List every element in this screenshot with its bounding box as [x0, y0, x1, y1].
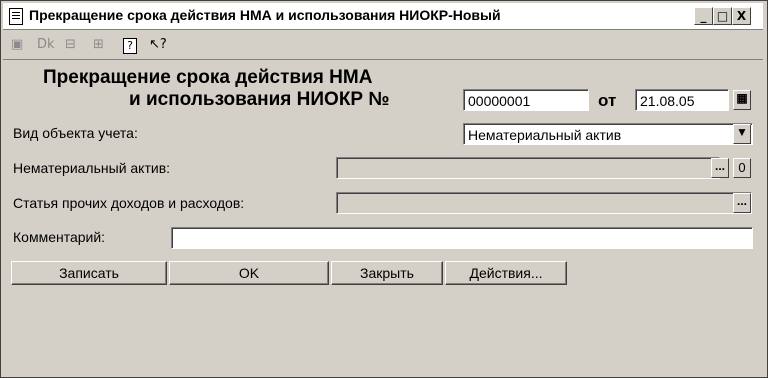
expense-item-input[interactable]: [336, 192, 752, 214]
close-button[interactable]: Закрыть: [331, 261, 443, 285]
expense-item-label: Статья прочих доходов и расходов:: [13, 195, 245, 211]
object-type-select[interactable]: Нематериальный актив: [463, 123, 753, 145]
ok-button-label: OK: [238, 265, 260, 281]
structure-icon[interactable]: ⊟: [65, 37, 76, 53]
expense-item-select-button[interactable]: ...: [733, 193, 751, 213]
chevron-down-icon[interactable]: ▼: [733, 124, 751, 144]
table-icon[interactable]: ⊞: [93, 37, 104, 53]
actions-button[interactable]: Действия...: [445, 261, 567, 285]
window-title: Прекращение срока действия НМА и использ…: [29, 7, 501, 23]
close-window-button[interactable]: X: [732, 7, 751, 25]
actions-button-label: Действия...: [469, 265, 543, 281]
delete-document-icon[interactable]: Dk: [37, 37, 55, 53]
ok-button[interactable]: OK: [169, 261, 329, 285]
object-type-label: Вид объекта учета:: [13, 125, 138, 141]
toolbar: ▣ Dk ⊟ ⊞ ? ↖?: [3, 31, 763, 60]
intangible-asset-clear-button[interactable]: 0: [733, 158, 751, 178]
copy-document-icon[interactable]: ▣: [11, 37, 23, 53]
intangible-asset-select-button[interactable]: ...: [711, 158, 729, 178]
maximize-button[interactable]: □: [713, 7, 732, 25]
doc-number-input[interactable]: 00000001: [463, 89, 589, 111]
close-button-label: Закрыть: [360, 265, 414, 281]
comment-label: Комментарий:: [13, 229, 106, 245]
intangible-asset-label: Нематериальный актив:: [13, 160, 171, 176]
document-heading-line2: и использования НИОКР №: [129, 89, 390, 110]
save-button-label: Записать: [59, 265, 119, 281]
title-bar: Прекращение срока действия НМА и использ…: [3, 3, 763, 30]
comment-input[interactable]: [171, 227, 753, 249]
intangible-asset-input[interactable]: [336, 157, 720, 179]
date-label: от: [598, 91, 617, 110]
document-window: Прекращение срока действия НМА и использ…: [0, 0, 768, 378]
save-button[interactable]: Записать: [11, 261, 167, 285]
whats-this-icon[interactable]: ↖?: [149, 37, 167, 53]
document-icon: [9, 8, 23, 25]
document-heading-line1: Прекращение срока действия НМА: [43, 67, 373, 88]
minimize-button[interactable]: _: [694, 7, 713, 25]
calendar-icon[interactable]: ▦: [733, 90, 751, 110]
date-input[interactable]: 21.08.05: [635, 89, 729, 111]
help-icon[interactable]: ?: [123, 38, 137, 54]
